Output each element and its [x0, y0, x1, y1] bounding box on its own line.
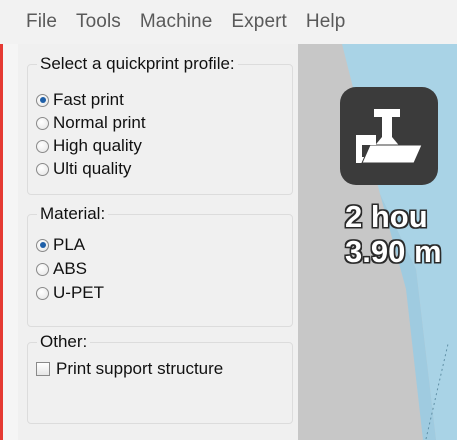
support-structure-label: Print support structure	[56, 359, 224, 378]
checkbox-icon[interactable]	[36, 362, 50, 376]
material-option-label: ABS	[53, 259, 88, 278]
profile-option-label: Fast print	[53, 90, 124, 109]
radio-icon[interactable]	[36, 286, 49, 300]
menu-help[interactable]: Help	[306, 11, 345, 33]
window-edge	[0, 44, 18, 440]
menu-bar: File Tools Machine Expert Help	[0, 0, 457, 44]
radio-icon[interactable]	[36, 238, 49, 252]
menu-file[interactable]: File	[26, 11, 57, 33]
profile-option-label: Ulti quality	[53, 159, 132, 178]
material-option-label: PLA	[53, 235, 86, 254]
profile-option-fast[interactable]: Fast print	[36, 90, 124, 110]
radio-icon[interactable]	[36, 162, 49, 176]
material-option-pla[interactable]: PLA	[36, 235, 85, 255]
menu-expert[interactable]: Expert	[231, 11, 287, 33]
material-option-abs[interactable]: ABS	[36, 259, 87, 279]
quickprint-panel: Select a quickprint profile: Fast print …	[18, 44, 298, 440]
print-time-label: 2 hou	[345, 199, 428, 234]
material-option-label: U-PET	[53, 283, 104, 302]
profile-option-high[interactable]: High quality	[36, 136, 142, 156]
profile-option-normal[interactable]: Normal print	[36, 113, 146, 133]
menu-tools[interactable]: Tools	[76, 11, 121, 33]
profile-group-title: Select a quickprint profile:	[37, 54, 238, 74]
filament-length-label: 3.90 m	[345, 234, 442, 269]
model-viewport[interactable]: 2 hou 3.90 m	[298, 44, 457, 440]
radio-icon[interactable]	[36, 262, 49, 276]
radio-icon[interactable]	[36, 139, 49, 153]
radio-icon[interactable]	[36, 116, 49, 130]
load-model-icon[interactable]	[340, 87, 438, 185]
profile-group: Select a quickprint profile: Fast print …	[27, 54, 293, 195]
other-group: Other: Print support structure	[27, 332, 293, 424]
other-group-title: Other:	[37, 332, 91, 352]
profile-option-ulti[interactable]: Ulti quality	[36, 159, 131, 179]
support-structure-checkbox[interactable]: Print support structure	[36, 359, 223, 379]
material-group: Material: PLA ABS U-PET	[27, 204, 293, 327]
material-option-upet[interactable]: U-PET	[36, 283, 104, 303]
radio-icon[interactable]	[36, 93, 49, 107]
material-group-title: Material:	[37, 204, 109, 224]
profile-option-label: High quality	[53, 136, 142, 155]
menu-machine[interactable]: Machine	[140, 11, 213, 33]
profile-option-label: Normal print	[53, 113, 146, 132]
